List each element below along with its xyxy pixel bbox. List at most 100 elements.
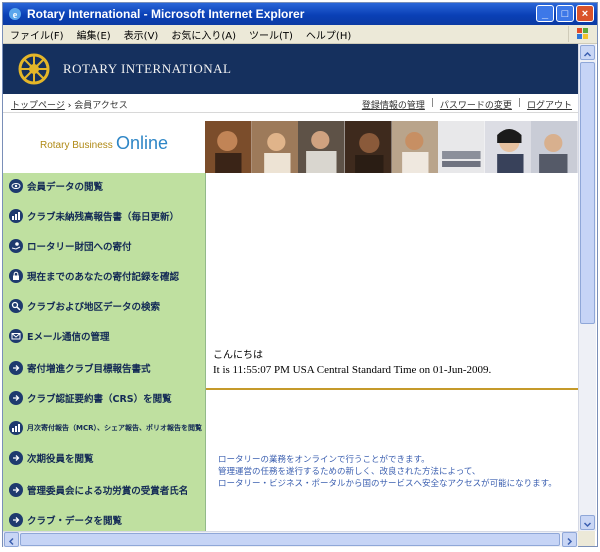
arrow-icon <box>9 391 23 405</box>
link-divider: | <box>517 98 521 108</box>
sidebar-item-label: ロータリー財団への寄付 <box>27 242 132 253</box>
change-password-link[interactable]: パスワードの変更 <box>440 98 512 111</box>
org-name: ROTARY INTERNATIONAL <box>63 61 232 76</box>
menu-bar: ファイル(F) 編集(E) 表示(V) お気に入り(A) ツール(T) ヘルプ(… <box>3 25 597 44</box>
greeting-block: こんにちは It is 11:55:07 PM USA Central Stan… <box>213 349 491 377</box>
sidebar-item-club-data[interactable]: クラブ・データを閲覧 <box>3 508 205 532</box>
eye-icon <box>9 179 23 193</box>
sidebar-item-label: クラブ未納残高報告書（毎日更新） <box>27 212 180 223</box>
horizontal-scroll-thumb[interactable] <box>20 533 560 546</box>
banner-photo <box>438 121 485 173</box>
sidebar-item-label: 現在までのあなたの寄付記録を確認 <box>27 272 180 283</box>
breadcrumb-separator: › <box>67 101 72 111</box>
window-title: Rotary International - Microsoft Interne… <box>27 7 305 21</box>
horizontal-scrollbar[interactable] <box>3 531 578 547</box>
scroll-down-button[interactable] <box>580 515 595 530</box>
sidebar-item-club-balance[interactable]: クラブ未納残高報告書（毎日更新） <box>3 204 205 228</box>
sidebar-item-club-district-search[interactable]: クラブおよび地区データの検索 <box>3 294 205 318</box>
maximize-button[interactable]: □ <box>556 5 574 22</box>
sidebar-item-crs[interactable]: クラブ認証要約書（CRS）を閲覧 <box>3 386 205 410</box>
sidebar-nav: 会員データの閲覧 クラブ未納残高報告書（毎日更新） ロータリー財団への寄付 現在… <box>3 173 206 531</box>
magnifier-icon <box>9 299 23 313</box>
sidebar-item-label: 会員データの閲覧 <box>27 182 104 193</box>
scroll-right-button[interactable] <box>562 532 577 547</box>
info-text: ロータリーの業務をオンラインで行うことができます。 管理運営の任務を遂行するため… <box>218 454 557 490</box>
sidebar-item-label: クラブ認証要約書（CRS）を閲覧 <box>27 394 172 405</box>
rotary-header: ROTARY INTERNATIONAL <box>3 44 578 94</box>
banner-photo <box>205 121 252 173</box>
header-photo-banner <box>205 121 578 173</box>
hand-coin-icon <box>9 239 23 253</box>
minimize-button[interactable]: _ <box>536 5 554 22</box>
banner-photo <box>298 121 345 173</box>
info-line: ロータリーの業務をオンラインで行うことができます。 <box>218 455 430 465</box>
title-bar[interactable]: e Rotary International - Microsoft Inter… <box>3 3 597 25</box>
envelope-icon <box>9 329 23 343</box>
arrow-icon <box>9 451 23 465</box>
menu-view[interactable]: 表示(V) <box>124 27 159 42</box>
breadcrumb: トップページ › 会員アクセス <box>11 98 128 111</box>
banner-photo <box>484 121 532 173</box>
info-line: ロータリー・ビジネス・ポータルから国のサービスへ安全なアクセスが可能になります。 <box>218 479 557 489</box>
bar-chart-icon <box>9 209 23 223</box>
banner-photo <box>344 121 392 173</box>
minimize-glyph: _ <box>541 7 549 20</box>
scroll-up-button[interactable] <box>580 45 595 60</box>
sidebar-item-label: 管理委員会による功労賞の受賞者氏名 <box>27 486 189 497</box>
sidebar-item-label: 月次寄付報告（MCR）、シェア報告、ポリオ報告を閲覧 <box>27 424 202 432</box>
logout-link[interactable]: ログアウト <box>527 98 572 111</box>
sidebar-item-member-data[interactable]: 会員データの閲覧 <box>3 174 205 198</box>
svg-text:e: e <box>13 10 18 21</box>
menu-help[interactable]: ヘルプ(H) <box>306 27 351 42</box>
sidebar-item-foundation-donation[interactable]: ロータリー財団への寄付 <box>3 234 205 258</box>
lock-icon <box>9 269 23 283</box>
brand-rotary-business: Rotary Business <box>40 140 113 151</box>
sidebar-item-mcr-report[interactable]: 月次寄付報告（MCR）、シェア報告、ポリオ報告を閲覧 <box>3 416 205 440</box>
sidebar-item-club-goal-report[interactable]: 寄付増進クラブ目標報告書式 <box>3 356 205 380</box>
link-divider: | <box>430 98 434 108</box>
sidebar-item-email-settings[interactable]: Eメール通信の管理 <box>3 324 205 348</box>
close-button[interactable]: × <box>576 5 594 22</box>
arrow-icon <box>9 483 23 497</box>
main-content: こんにちは It is 11:55:07 PM USA Central Stan… <box>206 173 578 531</box>
banner-photo <box>531 121 578 173</box>
maximize-glyph: □ <box>561 7 569 20</box>
windows-flag-icon <box>568 26 595 42</box>
account-links: 登録情報の管理 | パスワードの変更 | ログアウト <box>362 98 572 111</box>
breadcrumb-bar: トップページ › 会員アクセス 登録情報の管理 | パスワードの変更 | ログア… <box>3 94 578 113</box>
arrow-icon <box>9 513 23 527</box>
gold-divider <box>206 388 578 390</box>
scroll-left-button[interactable] <box>4 532 19 547</box>
scrollbar-corner <box>578 531 595 546</box>
menu-favorites[interactable]: お気に入り(A) <box>171 27 236 42</box>
info-line: 管理運営の任務を遂行するための新しく、改良された方法によって、 <box>218 467 481 477</box>
breadcrumb-home-link[interactable]: トップページ <box>11 101 65 111</box>
ie-logo-icon: e <box>9 8 21 21</box>
greeting-text: こんにちは <box>213 350 263 361</box>
vertical-scrollbar[interactable] <box>578 44 596 531</box>
sidebar-item-next-officers[interactable]: 次期役員を閲覧 <box>3 446 205 470</box>
sidebar-item-label: 寄付増進クラブ目標報告書式 <box>27 364 151 375</box>
banner-photo <box>251 121 299 173</box>
bar-chart-icon <box>9 421 23 435</box>
browser-window: e Rotary International - Microsoft Inter… <box>2 2 598 547</box>
breadcrumb-current: 会員アクセス <box>74 101 128 111</box>
vertical-scroll-thumb[interactable] <box>580 62 595 324</box>
banner-photo <box>391 121 439 173</box>
sidebar-item-label: 次期役員を閲覧 <box>27 454 94 465</box>
sidebar-item-merit-awards[interactable]: 管理委員会による功労賞の受賞者氏名 <box>3 478 205 502</box>
account-settings-link[interactable]: 登録情報の管理 <box>362 98 425 111</box>
menu-tools[interactable]: ツール(T) <box>249 27 293 42</box>
brand-online: Online <box>116 133 169 153</box>
sidebar-item-label: Eメール通信の管理 <box>27 332 110 343</box>
arrow-icon <box>9 361 23 375</box>
brand-logo: Rotary Business Online <box>3 113 205 173</box>
sidebar-item-donation-record[interactable]: 現在までのあなたの寄付記録を確認 <box>3 264 205 288</box>
sidebar-item-label: クラブ・データを閲覧 <box>27 516 123 527</box>
current-time-text: It is 11:55:07 PM USA Central Standard T… <box>213 364 492 376</box>
sidebar-item-label: クラブおよび地区データの検索 <box>27 302 161 313</box>
menu-file[interactable]: ファイル(F) <box>10 27 64 42</box>
rotary-wheel-logo <box>18 53 50 85</box>
menu-edit[interactable]: 編集(E) <box>77 27 111 42</box>
close-glyph: × <box>581 7 589 20</box>
